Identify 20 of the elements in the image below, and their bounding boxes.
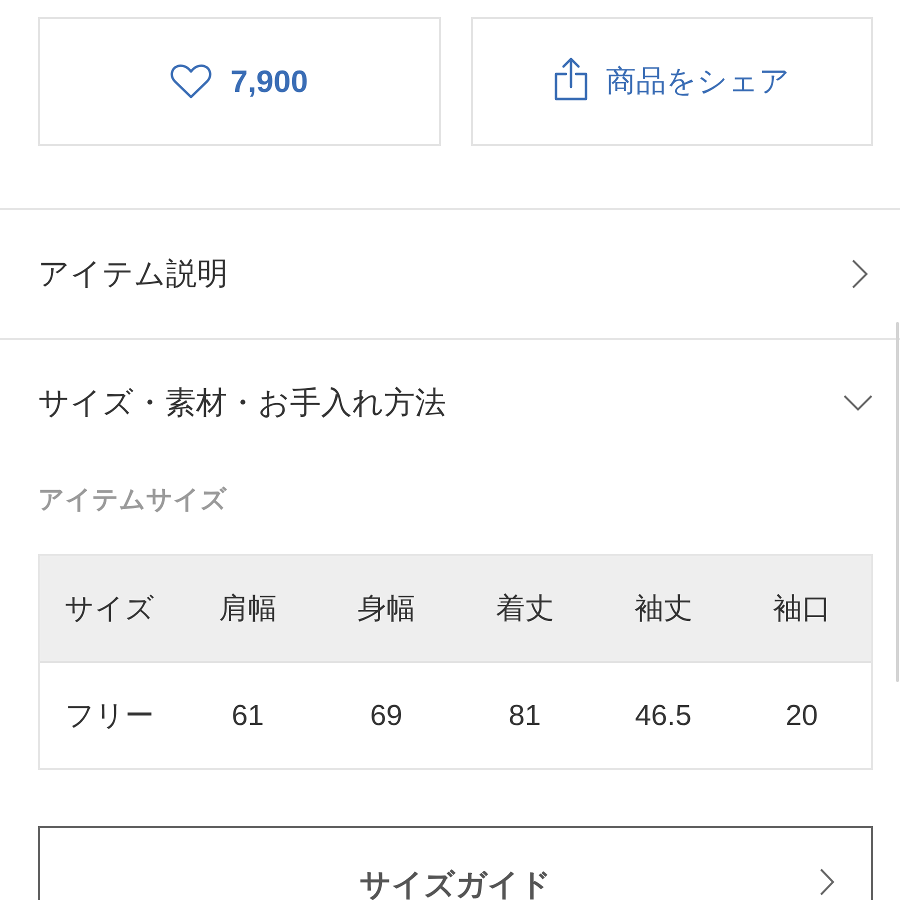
share-icon: [554, 56, 588, 100]
table-cell-text: 61: [230, 698, 265, 734]
heart-icon: [170, 64, 212, 100]
column-header: 袖丈: [633, 592, 694, 626]
column-header: 肩幅: [218, 592, 278, 626]
share-button[interactable]: 商品をシェア: [470, 17, 873, 146]
column-header: 身幅: [356, 592, 416, 626]
table-cell-text: 81: [508, 698, 542, 734]
scrollbar-thumb[interactable]: [896, 322, 899, 682]
chevron-right-icon: [819, 868, 835, 896]
table-cell-text: 46.5: [634, 698, 692, 734]
size-guide-button[interactable]: サイズガイド: [38, 826, 873, 900]
table-cell-text: フリー: [64, 698, 155, 734]
like-button[interactable]: 7,900: [38, 17, 440, 146]
table-cell-text: 69: [369, 698, 404, 734]
column-header: 着丈: [494, 592, 555, 626]
table-cell-text: 20: [784, 698, 819, 734]
column-header: サイズ: [63, 592, 156, 626]
section-subheading: アイテムサイズ: [38, 484, 227, 514]
column-header: 袖口: [772, 592, 832, 626]
